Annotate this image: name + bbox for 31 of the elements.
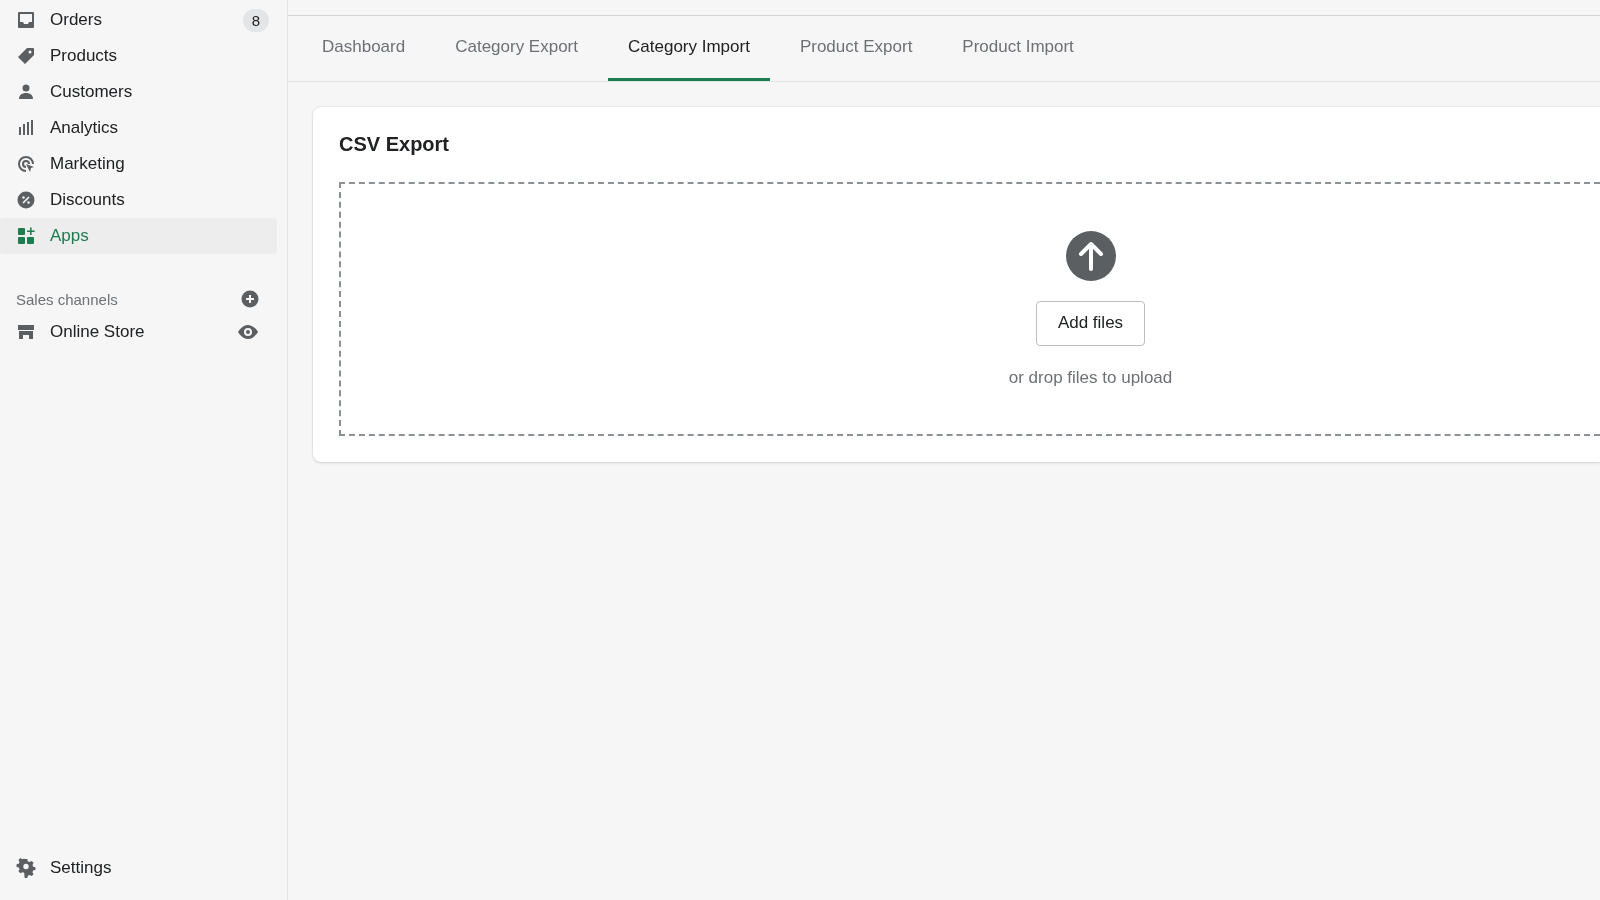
sidebar-item[interactable]: Analytics — [0, 110, 277, 146]
section-heading: Sales channels — [16, 290, 118, 308]
tab[interactable]: Category Import — [608, 16, 770, 81]
tab[interactable]: Dashboard — [302, 16, 426, 81]
tab[interactable]: Product Import — [942, 16, 1094, 81]
sidebar-item[interactable]: Apps — [0, 218, 277, 254]
count-badge: 8 — [242, 8, 269, 32]
tab[interactable]: Product Export — [779, 16, 933, 81]
target-cursor-icon — [16, 154, 36, 174]
dropzone-hint: or drop files to upload — [1008, 367, 1173, 388]
sidebar-item[interactable]: Marketing — [0, 146, 277, 182]
person-icon — [16, 82, 36, 102]
settings-icon — [16, 858, 36, 878]
add-files-button[interactable]: Add files — [1035, 300, 1146, 346]
sidebar-item[interactable]: Online Store — [0, 314, 287, 350]
sidebar-item[interactable]: Discounts — [0, 182, 277, 218]
sidebar-item[interactable]: Orders 8 — [0, 2, 277, 38]
eye-icon[interactable] — [237, 324, 259, 340]
sidebar-item[interactable]: Customers — [0, 74, 277, 110]
dropzone[interactable]: Add files or drop files to upload — [339, 182, 1600, 436]
add-icon[interactable] — [241, 290, 259, 308]
tab[interactable]: Category Export — [435, 16, 598, 81]
sidebar-item[interactable]: Products — [0, 38, 277, 74]
discount-icon — [16, 190, 36, 210]
inbox-icon — [16, 10, 36, 30]
apps-icon — [16, 226, 36, 246]
bar-chart-icon — [16, 118, 36, 138]
settings-item[interactable]: Settings — [0, 850, 287, 886]
storefront-icon — [16, 322, 36, 342]
tag-icon — [16, 46, 36, 66]
card-title: CSV Export — [339, 133, 451, 156]
